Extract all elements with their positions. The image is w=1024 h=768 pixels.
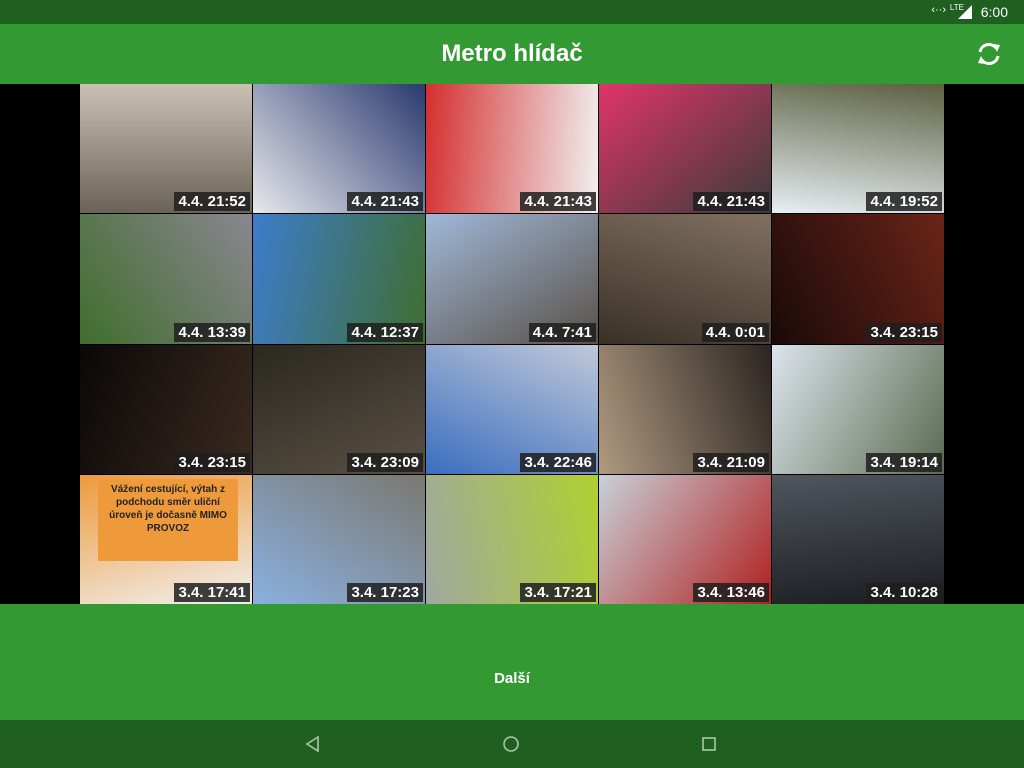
photo-timestamp: 3.4. 13:46: [693, 583, 769, 602]
photo-timestamp: 4.4. 0:01: [701, 322, 769, 342]
recents-icon[interactable]: [699, 734, 719, 754]
data-transfer-icon: ‹··›: [931, 4, 946, 16]
photo-timestamp: 4.4. 21:43: [520, 192, 596, 212]
photo-timestamp: 3.4. 19:14: [866, 452, 942, 472]
photo-timestamp: 4.4. 13:39: [174, 322, 250, 342]
photo-timestamp: 4.4. 12:37: [347, 322, 423, 342]
photo-timestamp: 3.4. 23:15: [174, 452, 250, 472]
photo-tile[interactable]: 4.4. 21:43: [253, 84, 425, 214]
status-bar: ‹··› LTE 6:00: [0, 0, 1024, 24]
home-icon[interactable]: [501, 734, 521, 754]
photo-timestamp: 3.4. 17:41: [174, 583, 250, 602]
photo-tile[interactable]: Vážení cestující, výtah z podchodu směr …: [80, 474, 252, 604]
photo-tile[interactable]: 3.4. 17:21: [426, 474, 598, 604]
refresh-icon[interactable]: [974, 39, 1004, 69]
sign-text: Vážení cestující, výtah z podchodu směr …: [98, 478, 238, 561]
app-title: Metro hlídač: [441, 40, 583, 67]
photo-timestamp: 4.4. 19:52: [866, 192, 942, 212]
photo-tile[interactable]: 3.4. 19:14: [772, 344, 944, 474]
photo-tile[interactable]: 3.4. 17:23: [253, 474, 425, 604]
photo-timestamp: 4.4. 21:52: [174, 192, 250, 212]
photo-tile[interactable]: 4.4. 21:43: [599, 84, 771, 214]
photo-timestamp: 3.4. 17:21: [520, 583, 596, 602]
photo-tile[interactable]: 4.4. 19:52: [772, 84, 944, 214]
photo-tile[interactable]: 4.4. 7:41: [426, 214, 598, 344]
photo-tile[interactable]: 4.4. 0:01: [599, 214, 771, 344]
photo-tile[interactable]: 4.4. 21:52: [80, 84, 252, 214]
photo-tile[interactable]: 3.4. 23:09: [253, 344, 425, 474]
photo-timestamp: 3.4. 21:09: [693, 452, 769, 472]
photo-timestamp: 3.4. 22:46: [520, 452, 596, 472]
photo-timestamp: 3.4. 23:15: [866, 322, 942, 342]
photo-timestamp: 3.4. 10:28: [866, 583, 942, 602]
photo-tile[interactable]: 4.4. 13:39: [80, 214, 252, 344]
photo-tile[interactable]: 3.4. 22:46: [426, 344, 598, 474]
photo-tile[interactable]: 3.4. 21:09: [599, 344, 771, 474]
footer: Další: [0, 604, 1024, 720]
clock: 6:00: [980, 4, 1008, 20]
photo-tile[interactable]: 3.4. 13:46: [599, 474, 771, 604]
navigation-bar: [0, 720, 1024, 768]
photo-tile[interactable]: 3.4. 23:15: [772, 214, 944, 344]
photo-tile[interactable]: 4.4. 12:37: [253, 214, 425, 344]
back-icon[interactable]: [303, 734, 323, 754]
photo-tile[interactable]: 3.4. 10:28: [772, 474, 944, 604]
photo-timestamp: 4.4. 21:43: [347, 192, 423, 212]
photo-timestamp: 4.4. 21:43: [693, 192, 769, 212]
photo-grid: 4.4. 21:52 4.4. 21:43 4.4. 21:43 4.4. 21:43…: [80, 84, 944, 604]
app-bar: Metro hlídač: [0, 24, 1024, 84]
photo-tile[interactable]: 3.4. 23:15: [80, 344, 252, 474]
photo-timestamp: 4.4. 7:41: [528, 322, 596, 342]
photo-timestamp: 3.4. 23:09: [347, 452, 423, 472]
photo-timestamp: 3.4. 17:23: [347, 583, 423, 602]
photo-tile[interactable]: 4.4. 21:43: [426, 84, 598, 214]
next-button[interactable]: Další: [462, 670, 562, 698]
signal-icon: [958, 5, 972, 19]
